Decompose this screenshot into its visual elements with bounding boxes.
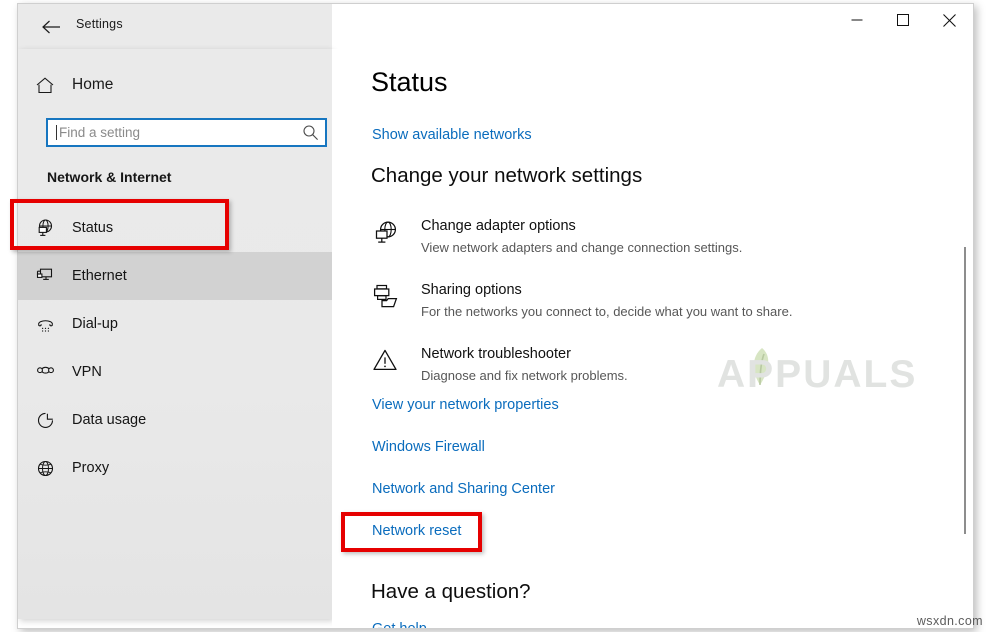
scrollbar-thumb[interactable] — [964, 247, 966, 534]
sidebar-item-dial-up[interactable]: Dial-up — [18, 300, 332, 348]
sidebar-item-proxy-label: Proxy — [72, 460, 110, 476]
sharing-printer-folder-icon — [371, 283, 405, 317]
minimize-icon[interactable] — [834, 4, 880, 36]
window-title: Settings — [76, 17, 123, 31]
search-box[interactable] — [46, 118, 327, 147]
ethernet-icon — [18, 266, 72, 287]
sidebar-item-dial-up-label: Dial-up — [72, 316, 118, 332]
sidebar-item-vpn-label: VPN — [72, 364, 102, 380]
settings-list: Change adapter options View network adap… — [371, 217, 931, 409]
settings-window: Settings Home Find a setting Network & I… — [17, 3, 974, 629]
sidebar: Home Network & Internet — [18, 49, 332, 619]
show-available-networks-link[interactable]: Show available networks — [372, 127, 532, 143]
setting-description: View network adapters and change connect… — [421, 240, 743, 255]
sidebar-item-data-usage[interactable]: Data usage — [18, 396, 332, 444]
setting-network-troubleshooter[interactable]: Network troubleshooter Diagnose and fix … — [371, 345, 931, 403]
sidebar-item-data-usage-label: Data usage — [72, 412, 147, 428]
setting-sharing-options[interactable]: Sharing options For the networks you con… — [371, 281, 931, 339]
question-heading: Have a question? — [371, 580, 531, 603]
link-network-and-sharing-center[interactable]: Network and Sharing Center — [372, 481, 555, 497]
setting-change-adapter-options[interactable]: Change adapter options View network adap… — [371, 217, 931, 275]
home-icon — [18, 76, 72, 95]
content-link-list: View your network properties Windows Fir… — [372, 397, 872, 565]
setting-title: Change adapter options — [421, 218, 576, 234]
sidebar-item-ethernet-label: Ethernet — [72, 268, 127, 284]
search-icon[interactable] — [295, 124, 325, 141]
get-help-link[interactable]: Get help — [372, 621, 427, 628]
content-pane: Status Show available networks Change yo… — [332, 49, 973, 628]
content-scrollbar[interactable] — [957, 49, 973, 628]
link-view-network-properties[interactable]: View your network properties — [372, 397, 559, 413]
link-windows-firewall[interactable]: Windows Firewall — [372, 439, 485, 455]
network-status-icon — [18, 218, 72, 239]
title-bar: Settings — [18, 4, 973, 49]
setting-description: Diagnose and fix network problems. — [421, 368, 628, 383]
back-arrow-icon[interactable] — [38, 15, 64, 39]
sidebar-category-title: Network & Internet — [47, 169, 172, 185]
sidebar-item-status-label: Status — [72, 220, 114, 236]
setting-description: For the networks you connect to, decide … — [421, 304, 793, 319]
globe-icon — [18, 458, 72, 479]
setting-title: Sharing options — [421, 282, 522, 298]
close-icon[interactable] — [926, 4, 972, 36]
sidebar-item-ethernet[interactable]: Ethernet — [18, 252, 332, 300]
search-input[interactable] — [57, 120, 295, 145]
sidebar-home-label: Home — [72, 76, 114, 93]
section-heading: Change your network settings — [371, 164, 643, 187]
sidebar-item-vpn[interactable]: VPN — [18, 348, 332, 396]
sidebar-item-proxy[interactable]: Proxy — [18, 444, 332, 492]
page-title: Status — [371, 67, 448, 97]
network-adapter-icon — [371, 219, 405, 253]
pie-chart-icon — [18, 410, 72, 431]
dialup-phone-icon — [18, 314, 72, 335]
sidebar-nav: Status Ethernet Dial-up VPN Data usage P… — [18, 204, 332, 492]
page-backdrop: Settings Home Find a setting Network & I… — [0, 0, 991, 632]
link-network-reset[interactable]: Network reset — [372, 523, 461, 539]
setting-title: Network troubleshooter — [421, 346, 571, 362]
maximize-icon[interactable] — [880, 4, 926, 36]
site-watermark: wsxdn.com — [916, 614, 983, 628]
vpn-icon — [18, 362, 72, 383]
sidebar-item-home[interactable]: Home — [18, 65, 332, 105]
warning-triangle-icon — [371, 347, 405, 381]
sidebar-item-status[interactable]: Status — [18, 204, 332, 252]
